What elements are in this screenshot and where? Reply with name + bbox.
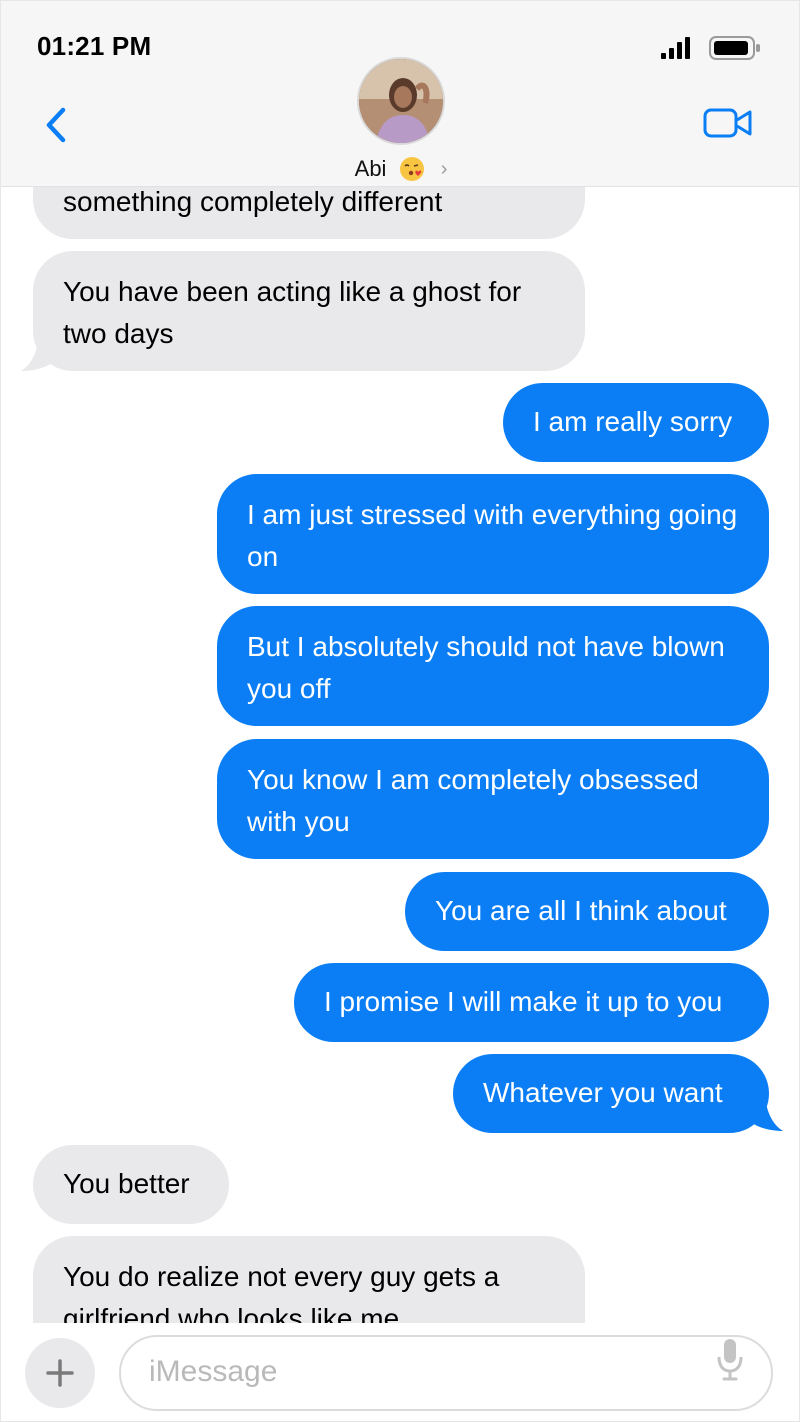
message-composer: iMessage: [1, 1323, 799, 1421]
plus-button[interactable]: [25, 1338, 95, 1408]
message-outgoing[interactable]: You are all I think about: [405, 872, 769, 951]
message-incoming[interactable]: You better: [33, 1145, 229, 1224]
message-outgoing[interactable]: I promise I will make it up to you: [294, 963, 769, 1042]
message-input[interactable]: iMessage: [119, 1335, 773, 1411]
message-text: You know I am completely obsessed with y…: [247, 764, 699, 837]
message-text: You are all I think about: [435, 895, 727, 926]
message-outgoing[interactable]: Whatever you want: [453, 1054, 769, 1133]
plus-icon: [46, 1359, 74, 1387]
chevron-left-icon[interactable]: [41, 105, 73, 145]
message-outgoing[interactable]: But I absolutely should not have blown y…: [217, 606, 769, 726]
message-text: You have been acting like a ghost for tw…: [63, 276, 522, 349]
message-text: I am just stressed with everything going…: [247, 499, 738, 572]
message-input-placeholder: iMessage: [149, 1355, 278, 1388]
avatar[interactable]: [357, 57, 445, 145]
message-text: You better: [63, 1168, 190, 1199]
message-text: Whatever you want: [483, 1077, 723, 1108]
conversation-header: 01:21 PM Abi ›: [1, 1, 799, 187]
message-text: But I absolutely should not have blown y…: [247, 631, 725, 704]
status-time: 01:21 PM: [37, 31, 152, 61]
messages-screen: something completely different You have …: [0, 0, 800, 1422]
message-outgoing[interactable]: I am really sorry: [503, 383, 769, 462]
avatar-photo: [359, 59, 443, 143]
video-camera-icon[interactable]: [703, 107, 753, 139]
contact-name: Abi: [354, 156, 387, 182]
message-outgoing[interactable]: I am just stressed with everything going…: [217, 474, 769, 594]
contact-name-row[interactable]: Abi ›: [1, 155, 799, 182]
message-incoming[interactable]: You have been acting like a ghost for tw…: [33, 251, 585, 371]
message-text: I promise I will make it up to you: [324, 986, 723, 1017]
signal-strength-icon: [661, 37, 690, 59]
battery-icon: [709, 36, 760, 60]
chevron-right-icon: ›: [440, 157, 448, 180]
microphone-icon[interactable]: [715, 1337, 745, 1383]
kissing-face-emoji-icon: [399, 157, 424, 182]
message-text: I am really sorry: [533, 406, 733, 437]
message-outgoing[interactable]: You know I am completely obsessed with y…: [217, 739, 769, 859]
